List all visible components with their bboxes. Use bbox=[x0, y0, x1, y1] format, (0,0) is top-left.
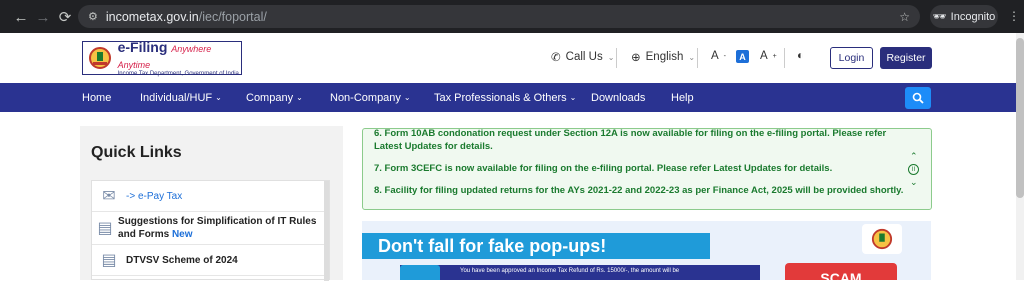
nav-company[interactable]: Company ⌄ bbox=[246, 83, 303, 112]
chevron-down-icon: ⌄ bbox=[403, 93, 411, 102]
call-us-label: Call Us bbox=[565, 51, 603, 63]
incognito-indicator[interactable]: 🕶 Incognito bbox=[930, 5, 998, 28]
globe-icon: ⊕ bbox=[631, 52, 641, 64]
back-arrow-icon[interactable]: ← bbox=[10, 6, 32, 28]
chevron-down-icon: ⌄ bbox=[296, 93, 303, 102]
reload-icon[interactable]: ⟳ bbox=[54, 6, 76, 28]
incognito-icon: 🕶 bbox=[932, 11, 947, 23]
browser-toolbar: ← → ⟳ ⚙ incometax.gov.in/iec/foportal/ ☆… bbox=[0, 0, 1024, 33]
emblem-icon bbox=[83, 42, 118, 74]
efiling-logo[interactable]: e-Filing Anywhere Anytime Income Tax Dep… bbox=[82, 39, 242, 77]
browser-menu-icon[interactable]: ⋮ bbox=[1008, 9, 1020, 23]
news-ticker: 6. Form 10AB condonation request under S… bbox=[362, 128, 932, 210]
news-item[interactable]: 6. Form 10AB condonation request under S… bbox=[374, 129, 886, 139]
call-us-menu[interactable]: ✆ Call Us ⌄ bbox=[551, 50, 614, 64]
chevron-down-icon[interactable]: ⌄ bbox=[910, 177, 918, 188]
news-item[interactable]: 7. Form 3CEFC is now available for filin… bbox=[374, 163, 832, 174]
news-item[interactable]: Latest Updates for details. bbox=[374, 141, 493, 152]
quick-link-item[interactable]: ▤ Suggestions for Simplification of IT R… bbox=[92, 212, 329, 245]
incognito-label: Incognito bbox=[950, 10, 996, 23]
contrast-toggle[interactable]: ◐ bbox=[797, 50, 804, 62]
pause-icon[interactable]: II bbox=[908, 164, 919, 175]
main-navigation: Home Individual/HUF ⌄ Company ⌄ Non-Compan… bbox=[0, 83, 1016, 112]
chevron-down-icon: ⌄ bbox=[569, 93, 577, 102]
logo-subtitle: Income Tax Department, Government of Ind… bbox=[117, 71, 239, 77]
login-button[interactable]: Login bbox=[830, 47, 873, 69]
nav-home[interactable]: Home bbox=[82, 83, 111, 112]
address-bar[interactable]: ⚙ incometax.gov.in/iec/foportal/ ☆ bbox=[78, 5, 920, 28]
font-decrease-button[interactable]: A- bbox=[711, 50, 726, 62]
nav-help[interactable]: Help bbox=[671, 83, 694, 112]
contrast-icon: ◐ bbox=[797, 50, 804, 62]
font-normal-button[interactable]: A bbox=[736, 50, 749, 63]
chevron-up-icon[interactable]: ⌃ bbox=[910, 151, 918, 162]
header-divider bbox=[697, 48, 698, 68]
news-item[interactable]: 8. Facility for filing updated returns f… bbox=[374, 185, 903, 196]
header-divider bbox=[784, 48, 785, 68]
page-scrollbar-thumb[interactable] bbox=[1016, 38, 1024, 198]
nav-non-company[interactable]: Non-Company ⌄ bbox=[330, 83, 411, 112]
scam-label: SCAM bbox=[785, 263, 897, 280]
bookmark-star-icon[interactable]: ☆ bbox=[899, 10, 910, 24]
search-icon bbox=[912, 92, 924, 104]
phone-icon: ✆ bbox=[551, 52, 561, 64]
quick-links-list: ✉ -> e-Pay Tax ▤ Suggestions for Simplif… bbox=[91, 180, 330, 281]
chevron-down-icon: ⌄ bbox=[607, 52, 615, 62]
phone-illustration bbox=[400, 265, 440, 280]
register-button[interactable]: Register bbox=[880, 47, 932, 69]
banner-notice: You have been approved an Income Tax Ref… bbox=[400, 265, 760, 280]
document-icon: ▤ bbox=[97, 220, 113, 237]
nav-tax-professionals[interactable]: Tax Professionals & Others ⌄ bbox=[434, 83, 576, 112]
language-label: English bbox=[645, 51, 684, 63]
search-button[interactable] bbox=[905, 87, 931, 109]
banner-title: Don't fall for fake pop-ups! bbox=[362, 233, 710, 259]
nav-downloads[interactable]: Downloads bbox=[591, 83, 645, 112]
language-selector[interactable]: ⊕ English ⌄ bbox=[631, 50, 695, 64]
chevron-down-icon: ⌄ bbox=[688, 52, 696, 62]
envelope-icon: ✉ bbox=[102, 188, 116, 205]
quick-link-item[interactable]: ✉ -> e-Pay Tax bbox=[92, 181, 329, 212]
emblem-icon bbox=[862, 224, 902, 254]
url-text: incometax.gov.in/iec/foportal/ bbox=[105, 9, 267, 24]
document-icon: ▤ bbox=[101, 252, 117, 269]
quick-link-item[interactable]: ▤ DTVSV Scheme of 2024 bbox=[92, 245, 329, 276]
site-header: e-Filing Anywhere Anytime Income Tax Dep… bbox=[0, 33, 1024, 83]
logo-title: e-Filing bbox=[117, 39, 168, 55]
forward-arrow-icon[interactable]: → bbox=[32, 6, 54, 28]
nav-individual-huf[interactable]: Individual/HUF ⌄ bbox=[140, 83, 222, 112]
font-increase-button[interactable]: A + bbox=[760, 50, 777, 62]
quick-links-panel: Quick Links ✉ -> e-Pay Tax ▤ Suggestions… bbox=[80, 126, 343, 281]
site-info-icon[interactable]: ⚙ bbox=[88, 10, 98, 23]
header-divider bbox=[616, 48, 617, 68]
new-badge: New bbox=[171, 229, 193, 240]
chevron-down-icon: ⌄ bbox=[215, 93, 222, 102]
quick-links-title: Quick Links bbox=[91, 144, 182, 161]
awareness-banner[interactable]: Don't fall for fake pop-ups! You have be… bbox=[362, 221, 931, 280]
quick-links-scrollbar[interactable] bbox=[324, 181, 329, 281]
